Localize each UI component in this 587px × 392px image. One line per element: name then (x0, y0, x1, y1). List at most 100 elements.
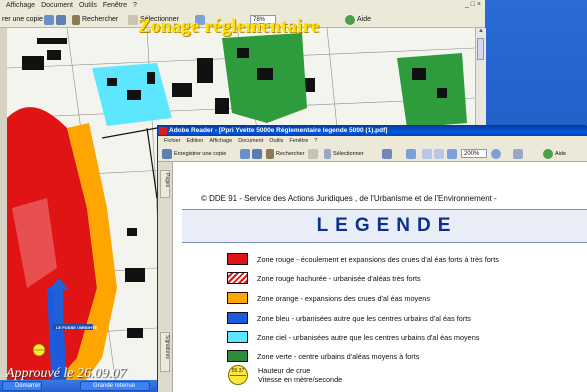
camera-icon (382, 148, 392, 159)
legend-swatch (227, 312, 248, 324)
flood-marker-line2: Vitesse en mètre/seconde (258, 375, 343, 384)
legend-swatch (227, 292, 248, 304)
legend-swatch (227, 253, 248, 265)
legend-swatch (227, 272, 248, 284)
bg-search-button[interactable]: Rechercher (72, 14, 118, 25)
fg-menu-fichier[interactable]: Fichier (164, 138, 181, 144)
legend-item-zone-rouge: Zone rouge - écoulement et expansions de… (227, 252, 499, 266)
legend-item-flood-marker: 55.37 Hauteur de crue Vitesse en mètre/s… (228, 364, 342, 386)
fit-width-icon (434, 148, 444, 159)
fg-menu-fenetre[interactable]: Fenêtre (289, 138, 308, 144)
fg-select-button[interactable]: Sélectionner (324, 148, 364, 159)
legend-item-zone-rouge-hachuree: Zone rouge hachurée - urbanisée d'aléas … (227, 271, 421, 285)
fg-print-button[interactable] (240, 148, 264, 159)
fg-snapshot-button[interactable] (382, 148, 394, 159)
fg-select-label: Sélectionner (333, 150, 364, 157)
fg-help-label: Aide (555, 150, 567, 157)
fg-navigation-pane: Pages Signatures (158, 162, 173, 392)
print-icon (56, 14, 66, 25)
print-icon (240, 148, 250, 159)
adobe-reader-icon (159, 127, 167, 135)
flood-marker-line1: Hauteur de crue (258, 366, 311, 375)
fg-menu-help[interactable]: ? (314, 138, 317, 144)
bg-save-copy-button[interactable]: rer une copie (2, 14, 43, 25)
signatures-tab-label: Signatures (164, 335, 170, 359)
fg-fit-page-button[interactable] (422, 148, 446, 159)
fg-toolbar: Enregistrer une copie Rechercher Sélecti… (158, 145, 587, 162)
overlay-title: Zonage réglementaire (138, 16, 320, 37)
fg-menu-document[interactable]: Document (238, 138, 263, 144)
bg-menu-document[interactable]: Document (41, 2, 73, 9)
bg-menu-fenetre[interactable]: Fenêtre (103, 2, 127, 9)
legend-label: Zone ciel - urbanisées autre que les cen… (257, 332, 480, 342)
pdf-document-view: © DDE 91 - Service des Actions Juridique… (173, 162, 587, 392)
bg-save-copy-label: rer une copie (2, 16, 43, 23)
flood-height-marker-icon: 55.37 (228, 365, 248, 385)
mail-icon (252, 148, 262, 159)
bg-menubar: Affichage Document Outils Fenêtre ? (0, 0, 485, 11)
fg-window-title: Adobe Reader - [Ppri Yvette 5000e Réglem… (169, 127, 388, 134)
bg-window-buttons[interactable]: _ □ × (465, 1, 481, 8)
bg-menu-help[interactable]: ? (133, 2, 137, 9)
legend-item-zone-ciel: Zone ciel - urbanisées autre que les cen… (227, 330, 479, 344)
cursor-icon (324, 148, 331, 159)
help-icon (345, 14, 355, 25)
fg-menu-outils[interactable]: Outils (269, 138, 283, 144)
binoculars-icon (266, 148, 274, 159)
legend-label: Zone rouge - écoulement et expansions de… (257, 254, 499, 264)
hand-icon (128, 14, 138, 25)
fg-rotate-button[interactable] (513, 148, 525, 159)
bg-scroll-thumb[interactable] (477, 38, 484, 60)
fg-help-button[interactable]: Aide (543, 148, 566, 159)
binoculars-icon (72, 14, 80, 25)
fg-zoom-in-button[interactable] (406, 148, 418, 159)
fg-save-copy-button[interactable]: Enregistrer une copie (162, 148, 226, 159)
zoom-out-icon (447, 148, 457, 159)
fg-menu-edition[interactable]: Edition (187, 138, 204, 144)
legend-label: Zone orange - expansions des crues d'al … (257, 293, 430, 303)
bg-menu-affichage[interactable]: Affichage (6, 2, 35, 9)
legend-title: LEGENDE (316, 215, 458, 236)
fg-save-copy-label: Enregistrer une copie (174, 150, 227, 157)
fg-menubar: Fichier Edition Affichage Document Outil… (158, 136, 587, 145)
fg-search-button[interactable]: Rechercher (266, 148, 304, 159)
scroll-up-icon[interactable]: ▲ (476, 28, 486, 37)
fg-zoom-value[interactable]: 200% (461, 149, 487, 158)
save-icon (44, 14, 54, 25)
rotate-icon (513, 148, 523, 159)
fg-hand-tool-button[interactable] (308, 148, 320, 159)
legend-item-zone-orange: Zone orange - expansions des crues d'al … (227, 291, 430, 305)
help-icon (543, 148, 553, 159)
pages-tab-label: Pages (164, 173, 170, 188)
fg-menu-affichage[interactable]: Affichage (209, 138, 232, 144)
bg-search-label: Rechercher (82, 16, 119, 23)
bg-print-button[interactable] (44, 14, 68, 25)
bg-help-label: Aide (357, 16, 372, 23)
fit-page-icon (422, 148, 432, 159)
fg-zoom-dropdown[interactable] (491, 148, 503, 159)
signatures-tab[interactable]: Signatures (160, 332, 170, 372)
taskbar-window-button[interactable]: Grande retenue (80, 381, 150, 391)
legend-label: Zone bleu - urbanisées autre que les cen… (257, 313, 471, 323)
bg-menu-outils[interactable]: Outils (79, 2, 97, 9)
legend-item-zone-verte: Zone verte - centre urbains d'aléas moye… (227, 349, 419, 363)
fg-zoom-field[interactable]: 200% (461, 148, 487, 159)
taskbar: Démarrer Grande retenue (0, 380, 170, 392)
legend-item-zone-bleu: Zone bleu - urbanisées autre que les cen… (227, 311, 471, 325)
pages-tab[interactable]: Pages (160, 170, 170, 198)
map-label: LE FOSSE / BRIGHTE (56, 325, 98, 330)
legend-swatch (227, 350, 248, 362)
flood-marker-value: 55.37 (231, 368, 245, 374)
fg-search-label: Rechercher (276, 150, 305, 157)
fg-title-bar[interactable]: Adobe Reader - [Ppri Yvette 5000e Réglem… (158, 126, 587, 136)
zoom-in-icon (406, 148, 416, 159)
marker-divider (230, 375, 246, 376)
legend-swatch (227, 331, 248, 343)
bg-help-button[interactable]: Aide (345, 14, 371, 25)
legend-header-box: LEGENDE (182, 209, 587, 243)
copyright-line: © DDE 91 - Service des Actions Juridique… (201, 194, 497, 203)
fg-zoom-out-button[interactable] (447, 148, 459, 159)
chevron-down-icon (491, 148, 501, 159)
legend-label: Zone verte - centre urbains d'aléas moye… (257, 351, 420, 361)
taskbar-start-button[interactable]: Démarrer (2, 381, 42, 391)
